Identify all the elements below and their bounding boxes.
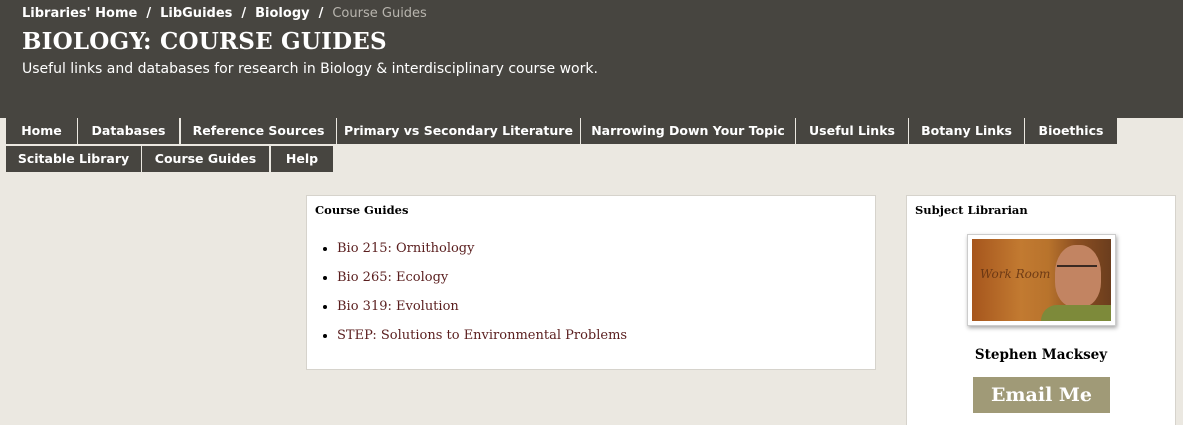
course-guides-list: Bio 215: Ornithology Bio 265: Ecology Bi… <box>337 240 627 356</box>
breadcrumb-separator: / <box>146 6 152 21</box>
list-item: Bio 265: Ecology <box>337 269 627 298</box>
page-header: Libraries' Home / LibGuides / Biology / Course… <box>0 0 1183 118</box>
librarian-name: Stephen Macksey <box>974 347 1108 363</box>
breadcrumb-separator: / <box>318 6 324 21</box>
tab-primary-vs-secondary-literature[interactable]: Primary vs Secondary Literature <box>337 118 580 144</box>
page-title: BIOLOGY: COURSE GUIDES <box>22 28 387 55</box>
photo-person-head <box>1055 245 1101 307</box>
librarian-photo-image: Work Room <box>972 239 1111 321</box>
breadcrumb-libraries-home[interactable]: Libraries' Home <box>22 6 137 21</box>
guide-link-bio-319[interactable]: Bio 319: Evolution <box>337 299 459 314</box>
breadcrumb-current: Course Guides <box>332 6 427 21</box>
photo-shirt <box>1041 305 1111 321</box>
tab-reference-sources[interactable]: Reference Sources <box>181 118 336 144</box>
guide-link-step[interactable]: STEP: Solutions to Environmental Problem… <box>337 328 627 343</box>
tab-scitable-library[interactable]: Scitable Library <box>6 146 141 172</box>
tab-narrowing-down-your-topic[interactable]: Narrowing Down Your Topic <box>581 118 795 144</box>
email-me-button[interactable]: Email Me <box>973 377 1110 413</box>
photo-sign-text: Work Room <box>980 267 1051 281</box>
course-guides-box: Course Guides Bio 215: Ornithology Bio 2… <box>306 195 876 370</box>
breadcrumb-biology[interactable]: Biology <box>255 6 309 21</box>
tab-useful-links[interactable]: Useful Links <box>796 118 908 144</box>
breadcrumb: Libraries' Home / LibGuides / Biology / Course… <box>22 6 427 21</box>
subject-librarian-title: Subject Librarian <box>915 203 1028 217</box>
guide-link-bio-265[interactable]: Bio 265: Ecology <box>337 270 448 285</box>
tab-help[interactable]: Help <box>271 146 333 172</box>
course-guides-title: Course Guides <box>315 203 409 217</box>
guide-link-bio-215[interactable]: Bio 215: Ornithology <box>337 241 474 256</box>
breadcrumb-libguides[interactable]: LibGuides <box>160 6 232 21</box>
tab-botany-links[interactable]: Botany Links <box>909 118 1024 144</box>
list-item: Bio 215: Ornithology <box>337 240 627 269</box>
photo-glasses <box>1057 265 1097 271</box>
list-item: STEP: Solutions to Environmental Problem… <box>337 327 627 356</box>
tab-home[interactable]: Home <box>6 118 77 144</box>
tab-course-guides[interactable]: Course Guides <box>142 146 269 172</box>
page-subtitle: Useful links and databases for research … <box>22 61 598 77</box>
tab-databases[interactable]: Databases <box>78 118 179 144</box>
breadcrumb-separator: / <box>241 6 247 21</box>
tab-bioethics[interactable]: Bioethics <box>1025 118 1117 144</box>
subject-librarian-box: Subject Librarian Work Room Stephen Mack… <box>906 195 1176 425</box>
list-item: Bio 319: Evolution <box>337 298 627 327</box>
librarian-photo: Work Room <box>967 234 1116 326</box>
